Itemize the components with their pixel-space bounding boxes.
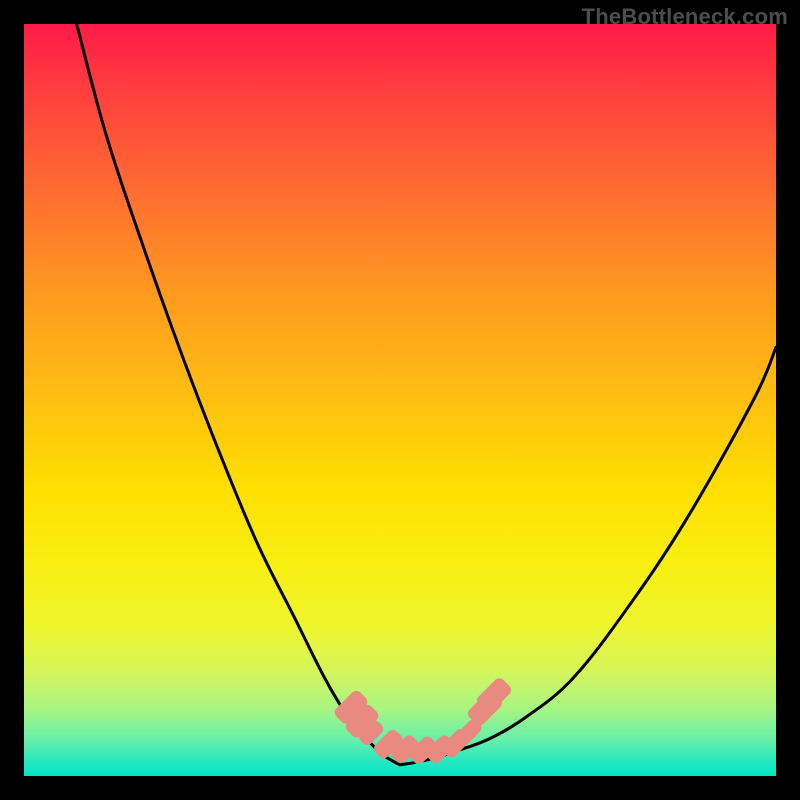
watermark-text: TheBottleneck.com — [582, 4, 788, 30]
bottleneck-curve — [24, 24, 776, 776]
chart-frame: TheBottleneck.com — [0, 0, 800, 800]
plot-area — [24, 24, 776, 776]
